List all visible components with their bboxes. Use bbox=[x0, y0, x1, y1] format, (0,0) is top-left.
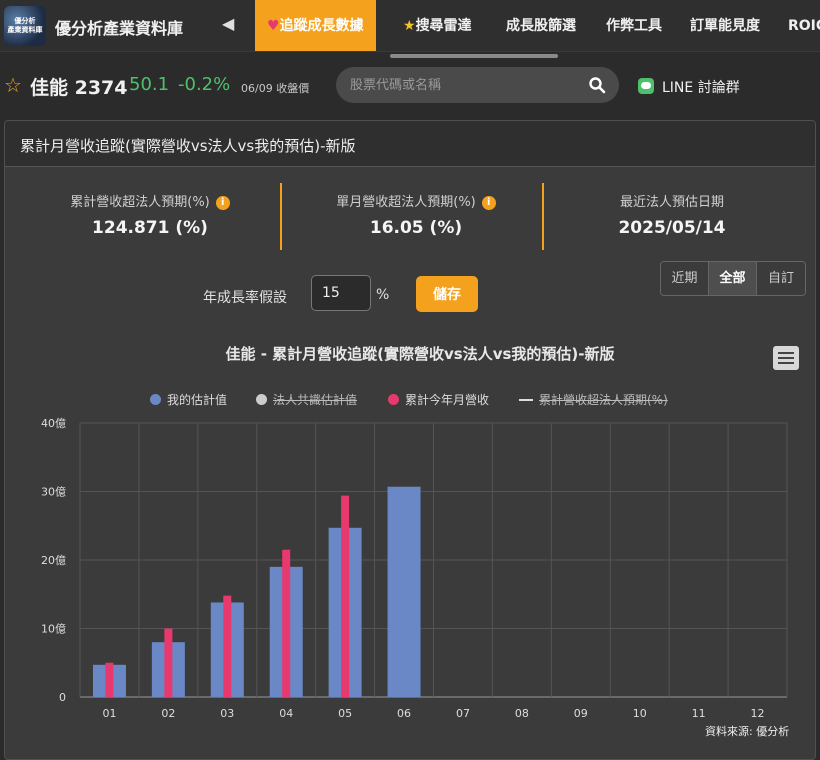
growth-rate-unit: % bbox=[376, 287, 390, 303]
nav-item-growth-screener[interactable]: 成長股篩選 bbox=[506, 0, 576, 51]
x-tick-label: 09 bbox=[574, 707, 588, 720]
bar-cumulative-revenue bbox=[341, 495, 350, 697]
chart-legend: 我的估計值 法人共識估計值 累計今年月營收 累計營收超法人預期(%) bbox=[5, 391, 815, 409]
data-source-credit: 資料來源: 優分析 bbox=[705, 725, 790, 738]
legend-dot-icon bbox=[150, 394, 161, 405]
x-tick-label: 10 bbox=[633, 707, 647, 720]
y-tick-label: 40億 bbox=[41, 417, 66, 430]
bar-my-estimate bbox=[387, 486, 421, 697]
bar-cumulative-revenue bbox=[223, 595, 232, 697]
x-tick-label: 11 bbox=[692, 707, 706, 720]
logo-text-line1: 優分析 bbox=[14, 17, 36, 25]
legend-line-icon bbox=[519, 399, 533, 401]
info-icon[interactable]: i bbox=[481, 196, 496, 210]
nav-item-tools[interactable]: 作弊工具 bbox=[606, 0, 662, 51]
x-tick-label: 03 bbox=[220, 707, 234, 720]
stock-name: 佳能 2374 bbox=[30, 77, 128, 99]
search-icon[interactable] bbox=[588, 76, 606, 94]
bar-cumulative-revenue bbox=[164, 628, 173, 697]
legend-item-beat-percent[interactable]: 累計營收超法人預期(%) bbox=[519, 391, 668, 408]
top-navigation: 優分析 產業資料庫 優分析產業資料庫 ◀ ♥追蹤成長數據 ★搜尋雷達 成長股篩選… bbox=[0, 0, 820, 52]
favorite-star-icon[interactable]: ☆ bbox=[4, 73, 22, 97]
info-icon[interactable]: i bbox=[215, 196, 230, 210]
logo-text-line2: 產業資料庫 bbox=[7, 26, 43, 34]
brand-name[interactable]: 優分析產業資料庫 bbox=[55, 15, 183, 39]
chart-menu-icon[interactable] bbox=[773, 346, 799, 370]
stat-monthly-beat: 單月營收超法人預期(%) i 16.05 (%) bbox=[286, 191, 546, 238]
x-tick-label: 05 bbox=[338, 707, 352, 720]
search-input[interactable] bbox=[350, 75, 580, 95]
x-tick-label: 12 bbox=[751, 707, 765, 720]
logo[interactable]: 優分析 產業資料庫 bbox=[4, 6, 46, 46]
search-box bbox=[336, 67, 619, 103]
stock-price: 50.1 bbox=[129, 74, 170, 95]
segment-custom[interactable]: 自訂 bbox=[757, 262, 805, 295]
y-tick-label: 20億 bbox=[41, 554, 66, 567]
save-button[interactable]: 儲存 bbox=[416, 276, 478, 312]
star-icon: ★ bbox=[403, 18, 416, 34]
x-tick-label: 06 bbox=[397, 707, 411, 720]
x-tick-label: 08 bbox=[515, 707, 529, 720]
nav-item-search-radar[interactable]: ★搜尋雷達 bbox=[403, 0, 472, 51]
chart-title: 佳能 - 累計月營收追蹤(實際營收vs法人vs我的預估)-新版 bbox=[225, 345, 615, 363]
line-group-link[interactable]: LINE 討論群 bbox=[662, 77, 740, 97]
legend-item-my-estimate[interactable]: 我的估計值 bbox=[150, 391, 227, 408]
legend-item-consensus[interactable]: 法人共識估計值 bbox=[256, 391, 357, 408]
stock-close-date: 06/09 收盤價 bbox=[241, 82, 310, 95]
stat-value: 124.871 (%) bbox=[92, 218, 208, 238]
panel-header: 累計月營收追蹤(實際營收vs法人vs我的預估)-新版 bbox=[5, 121, 815, 167]
x-tick-label: 07 bbox=[456, 707, 470, 720]
legend-dot-icon bbox=[388, 394, 399, 405]
stat-label: 單月營收超法人預期(%) bbox=[336, 195, 476, 210]
revenue-tracking-panel: 累計月營收追蹤(實際營收vs法人vs我的預估)-新版 累計營收超法人預期(%) i… bbox=[4, 120, 816, 760]
nav-scroll-left-icon[interactable]: ◀ bbox=[222, 14, 234, 33]
segment-recent[interactable]: 近期 bbox=[661, 262, 709, 295]
growth-rate-input[interactable] bbox=[311, 275, 371, 311]
nav-item-roic[interactable]: ROIC bbox=[788, 0, 820, 51]
stat-estimate-date: 最近法人預估日期 2025/05/14 bbox=[542, 191, 802, 238]
x-tick-label: 02 bbox=[161, 707, 175, 720]
revenue-chart: 0 10億 20億 30億 40億 01 02 03 04 05 06 07 08 09 10 11 12 bbox=[41, 417, 788, 720]
bar-cumulative-revenue bbox=[105, 662, 114, 697]
period-selector: 近期 全部 自訂 bbox=[660, 261, 806, 296]
nav-item-growth-tracking[interactable]: ♥追蹤成長數據 bbox=[255, 0, 376, 51]
stat-value: 2025/05/14 bbox=[618, 218, 726, 238]
stat-divider bbox=[280, 183, 282, 250]
nav-item-order-visibility[interactable]: 訂單能見度 bbox=[690, 0, 760, 51]
y-tick-label: 10億 bbox=[41, 623, 66, 636]
line-chat-icon[interactable] bbox=[638, 78, 654, 94]
y-tick-label: 0 bbox=[59, 691, 66, 704]
stat-label: 最近法人預估日期 bbox=[619, 195, 724, 210]
stock-bar: ☆ 佳能 2374 50.1 -0.2% 06/09 收盤價 LINE 討論群 bbox=[0, 56, 820, 114]
legend-dot-icon bbox=[256, 394, 267, 405]
stat-label: 累計營收超法人預期(%) bbox=[70, 195, 210, 210]
x-tick-label: 04 bbox=[279, 707, 293, 720]
legend-item-cumulative-revenue[interactable]: 累計今年月營收 bbox=[388, 391, 489, 408]
stat-cumulative-beat: 累計營收超法人預期(%) i 124.871 (%) bbox=[20, 191, 280, 238]
bar-cumulative-revenue bbox=[282, 549, 291, 697]
growth-rate-label: 年成長率假設 bbox=[203, 290, 287, 306]
y-tick-label: 30億 bbox=[41, 486, 66, 499]
segment-all[interactable]: 全部 bbox=[709, 262, 757, 295]
panel-title: 累計月營收追蹤(實際營收vs法人vs我的預估)-新版 bbox=[20, 137, 356, 155]
stock-change: -0.2% bbox=[178, 74, 231, 95]
x-tick-label: 01 bbox=[102, 707, 116, 720]
stat-value: 16.05 (%) bbox=[369, 218, 463, 238]
heart-icon: ♥ bbox=[267, 18, 280, 34]
